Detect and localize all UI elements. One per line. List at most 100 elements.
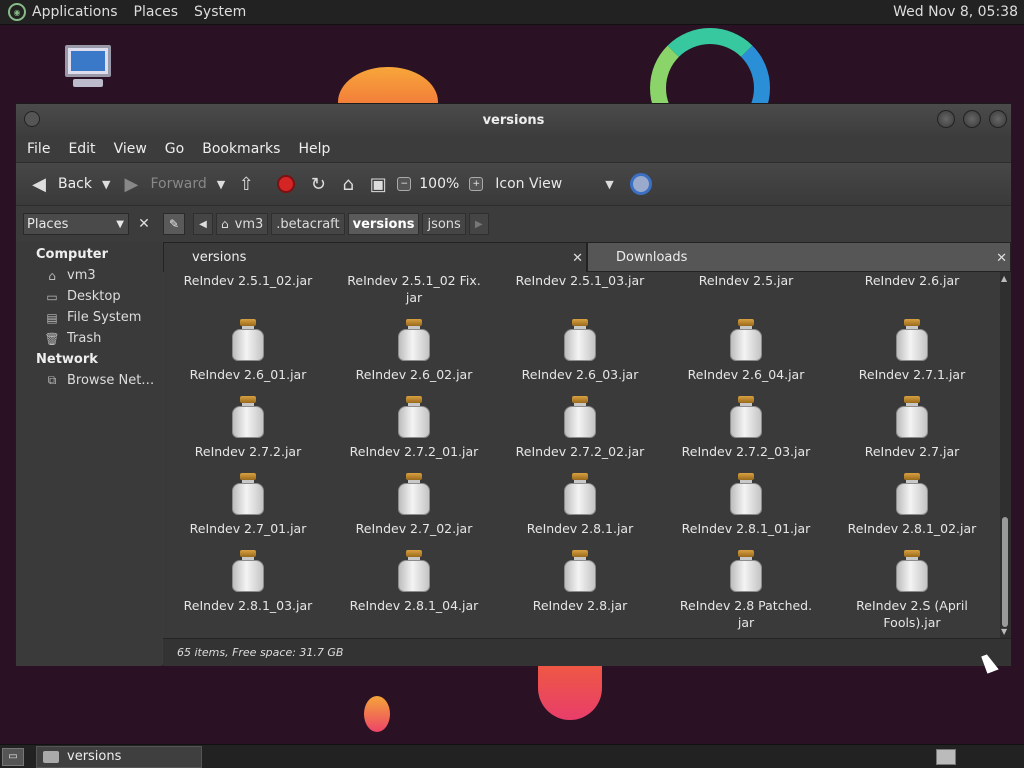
file-item[interactable]: ReIndev 2.5.1_02.jar: [165, 272, 331, 289]
scrollbar-thumb[interactable]: [1002, 517, 1008, 627]
file-name: ReIndev 2.5.jar: [698, 273, 794, 288]
side-pane-select[interactable]: Places ▼: [23, 213, 129, 235]
sidebar-item-trash[interactable]: 🗑 Trash: [16, 328, 162, 349]
close-sidepane-icon[interactable]: ✕: [133, 213, 155, 235]
workspace-switcher[interactable]: [936, 748, 956, 765]
jar-file-icon: [398, 396, 430, 438]
jar-file-icon: [730, 319, 762, 361]
tab-versions[interactable]: versions ✕: [163, 242, 587, 272]
forward-button[interactable]: ▶ Forward ▼: [120, 173, 226, 195]
sidebar-item-desktop[interactable]: ▭ Desktop: [16, 286, 162, 307]
file-item[interactable]: ReIndev 2.S (April Fools).jar: [829, 550, 995, 631]
forward-arrow-icon: ▶: [124, 173, 139, 195]
file-item[interactable]: ReIndev 2.7.jar: [829, 396, 995, 460]
file-item[interactable]: ReIndev 2.8.jar: [497, 550, 663, 614]
menu-go[interactable]: Go: [165, 141, 184, 157]
distro-logo-icon[interactable]: ◉: [8, 3, 26, 21]
search-icon[interactable]: [629, 173, 652, 195]
file-item[interactable]: ReIndev 2.8.1_01.jar: [663, 473, 829, 537]
file-name: ReIndev 2.8.jar: [532, 598, 628, 613]
breadcrumb-betacraft[interactable]: .betacraft: [271, 213, 345, 235]
edit-location-icon[interactable]: ✎: [163, 213, 185, 235]
file-item[interactable]: ReIndev 2.8.1_04.jar: [331, 550, 497, 614]
menu-edit[interactable]: Edit: [68, 141, 95, 157]
tab-downloads[interactable]: Downloads ✕: [587, 242, 1011, 272]
minimize-button[interactable]: [937, 110, 955, 128]
breadcrumb-left-arrow-icon[interactable]: ◀: [193, 213, 213, 235]
icon-view[interactable]: ReIndev 2.5.1_02.jar ReIndev 2.5.1_02 Fix…: [163, 272, 1001, 638]
taskbar-item-versions[interactable]: versions: [36, 745, 202, 768]
menu-file[interactable]: File: [27, 141, 50, 157]
sidebar-item-browse-network[interactable]: ⧉ Browse Net…: [16, 370, 162, 391]
applications-menu[interactable]: Applications: [32, 4, 118, 20]
show-desktop-icon[interactable]: ▭: [2, 747, 24, 766]
file-name: ReIndev 2.8.1_01.jar: [681, 521, 811, 536]
file-item[interactable]: ReIndev 2.6_01.jar: [165, 319, 331, 383]
file-item[interactable]: ReIndev 2.6_04.jar: [663, 319, 829, 383]
back-button[interactable]: ◀ Back ▼: [28, 174, 110, 195]
breadcrumb-right-arrow-icon[interactable]: ▶: [468, 213, 489, 235]
file-item[interactable]: ReIndev 2.7.1.jar: [829, 319, 995, 383]
view-chevron-down-icon[interactable]: ▼: [605, 178, 613, 191]
file-item[interactable]: ReIndev 2.5.jar: [663, 272, 829, 289]
menu-bookmarks[interactable]: Bookmarks: [202, 141, 280, 157]
jar-file-icon: [232, 396, 264, 438]
file-item[interactable]: ReIndev 2.7.2_03.jar: [663, 396, 829, 460]
window-menu-button[interactable]: [24, 111, 40, 127]
reload-icon[interactable]: ↻: [307, 174, 329, 195]
clock[interactable]: Wed Nov 8, 05:38: [893, 4, 1018, 20]
file-item[interactable]: ReIndev 2.5.1_03.jar: [497, 272, 663, 289]
menu-view[interactable]: View: [114, 141, 147, 157]
home-icon[interactable]: ⌂: [337, 174, 359, 195]
file-item[interactable]: ReIndev 2.8.1_02.jar: [829, 473, 995, 537]
zoom-level[interactable]: 100%: [419, 176, 459, 192]
places-menu[interactable]: Places: [134, 4, 179, 20]
close-tab-icon[interactable]: ✕: [996, 251, 1007, 266]
breadcrumb-vm3[interactable]: ⌂ vm3: [216, 213, 269, 235]
title-bar[interactable]: versions: [16, 104, 1011, 136]
maximize-button[interactable]: [963, 110, 981, 128]
file-item[interactable]: ReIndev 2.6_03.jar: [497, 319, 663, 383]
file-item[interactable]: ReIndev 2.5.1_02 Fix. jar: [331, 272, 497, 306]
file-name: ReIndev 2.6_02.jar: [355, 367, 473, 382]
close-tab-icon[interactable]: ✕: [572, 251, 583, 266]
computer-desktop-icon[interactable]: [58, 45, 118, 100]
file-item[interactable]: ReIndev 2.6.jar: [829, 272, 995, 289]
file-item[interactable]: ReIndev 2.8 Patched. jar: [663, 550, 829, 631]
scroll-up-icon[interactable]: ▲: [1001, 274, 1007, 283]
file-item[interactable]: ReIndev 2.6_02.jar: [331, 319, 497, 383]
file-item[interactable]: ReIndev 2.8.1.jar: [497, 473, 663, 537]
menu-help[interactable]: Help: [298, 141, 330, 157]
computer-icon: [65, 45, 111, 77]
computer-icon[interactable]: ▣: [367, 174, 389, 195]
folder-icon: ▭: [46, 289, 58, 304]
sidebar-item-file-system[interactable]: ▤ File System: [16, 307, 162, 328]
sidebar-item-vm3[interactable]: ⌂ vm3: [16, 265, 162, 286]
file-item[interactable]: ReIndev 2.7.2_01.jar: [331, 396, 497, 460]
scroll-down-icon[interactable]: ▼: [1001, 627, 1007, 636]
system-menu[interactable]: System: [194, 4, 246, 20]
file-item[interactable]: ReIndev 2.8.1_03.jar: [165, 550, 331, 614]
vertical-scrollbar[interactable]: ▲ ▼: [1000, 272, 1010, 638]
view-mode-select[interactable]: Icon View: [495, 176, 595, 192]
file-item[interactable]: ReIndev 2.7.2.jar: [165, 396, 331, 460]
file-item[interactable]: ReIndev 2.7_01.jar: [165, 473, 331, 537]
file-name: ReIndev 2.5.1_03.jar: [515, 273, 645, 288]
stop-icon[interactable]: [277, 175, 296, 193]
zoom-in-icon[interactable]: +: [469, 177, 484, 191]
zoom-out-icon[interactable]: −: [397, 177, 412, 191]
breadcrumb-jsons[interactable]: jsons: [422, 213, 466, 235]
jar-file-icon: [232, 550, 264, 592]
file-name: ReIndev 2.8 Patched. jar: [679, 598, 813, 630]
up-arrow-icon[interactable]: ⇧: [235, 174, 257, 195]
back-history-chevron-down-icon[interactable]: ▼: [102, 178, 110, 191]
home-icon: ⌂: [221, 217, 229, 231]
file-item[interactable]: ReIndev 2.7_02.jar: [331, 473, 497, 537]
close-button[interactable]: [989, 110, 1007, 128]
forward-history-chevron-down-icon[interactable]: ▼: [217, 178, 225, 191]
jar-file-icon: [232, 473, 264, 515]
breadcrumb-versions[interactable]: versions: [347, 213, 420, 235]
file-item[interactable]: ReIndev 2.7.2_02.jar: [497, 396, 663, 460]
breadcrumb-label: vm3: [234, 216, 264, 232]
tab-label: versions: [192, 250, 247, 265]
